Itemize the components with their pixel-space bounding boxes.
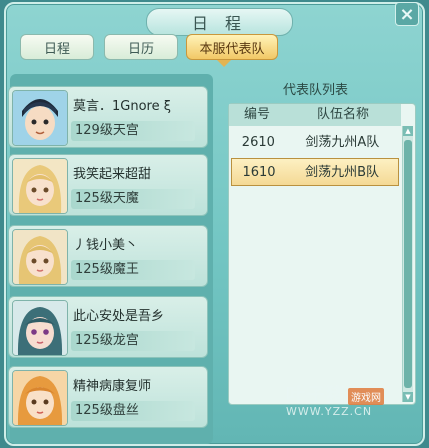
player-level: 125级天魔 <box>71 189 195 209</box>
close-button[interactable]: × <box>395 2 419 26</box>
player-name: 我笑起来超甜 <box>73 167 152 182</box>
player-level: 125级盘丝 <box>71 401 195 421</box>
table-row-selected[interactable]: 1610 剑荡九州B队 <box>231 158 399 186</box>
player-level: 129级天宫 <box>71 121 195 141</box>
team-list-title: 代表队列表 <box>282 83 348 98</box>
watermark-tag: 游戏网 <box>348 388 385 405</box>
player-name: 精神病康复师 <box>73 379 152 394</box>
team-name: 剑荡九州B队 <box>305 165 379 180</box>
female-avatar-icon <box>12 370 68 426</box>
tab-calendar[interactable]: 日历 <box>104 34 178 60</box>
table-header: 编号 队伍名称 <box>229 104 401 126</box>
scrollbar[interactable]: ▲ ▼ <box>402 126 413 402</box>
window-title: 日 程 <box>146 8 293 36</box>
team-number: 2610 <box>241 135 275 150</box>
female-avatar-icon <box>12 300 68 356</box>
header-team-name: 队伍名称 <box>316 107 369 122</box>
female-avatar-icon <box>12 158 68 214</box>
header-number: 编号 <box>243 107 270 122</box>
team-number: 1610 <box>242 165 276 180</box>
active-tab-indicator <box>217 60 231 67</box>
watermark-url: WWW.YZZ.CN <box>286 405 373 418</box>
player-card[interactable]: 我笑起来超甜 125级天魔 <box>8 154 208 216</box>
watermark: 叶子猪 游戏网 WWW.YZZ.CN <box>286 380 385 418</box>
tab-schedule[interactable]: 日程 <box>20 34 94 60</box>
player-level: 125级魔王 <box>71 260 195 280</box>
player-card[interactable]: 精神病康复师 125级盘丝 <box>8 366 208 428</box>
female-avatar-icon <box>12 229 68 285</box>
player-name: 此心安处是吾乡 <box>73 309 165 324</box>
player-card[interactable]: 丿钱小美丶 125级魔王 <box>8 225 208 287</box>
table-row[interactable]: 2610 剑荡九州A队 <box>231 129 399 157</box>
scroll-down-icon[interactable]: ▼ <box>403 392 413 402</box>
tab-server-team[interactable]: 本服代表队 <box>186 34 278 60</box>
player-level: 125级龙宫 <box>71 331 195 351</box>
scroll-thumb[interactable] <box>404 140 412 388</box>
scroll-up-icon[interactable]: ▲ <box>403 126 413 136</box>
player-name: 丿钱小美丶 <box>73 238 139 253</box>
player-name: 莫言．1Gnore ξ <box>73 99 171 114</box>
player-card[interactable]: 莫言．1Gnore ξ 129级天宫 <box>8 86 208 148</box>
male-avatar-icon <box>12 90 68 146</box>
player-card[interactable]: 此心安处是吾乡 125级龙宫 <box>8 296 208 358</box>
team-name: 剑荡九州A队 <box>305 135 380 150</box>
team-list-table: 编号 队伍名称 2610 剑荡九州A队 1610 剑荡九州B队 ▲ ▼ <box>228 103 416 405</box>
watermark-brand: 叶子猪 <box>286 384 347 406</box>
